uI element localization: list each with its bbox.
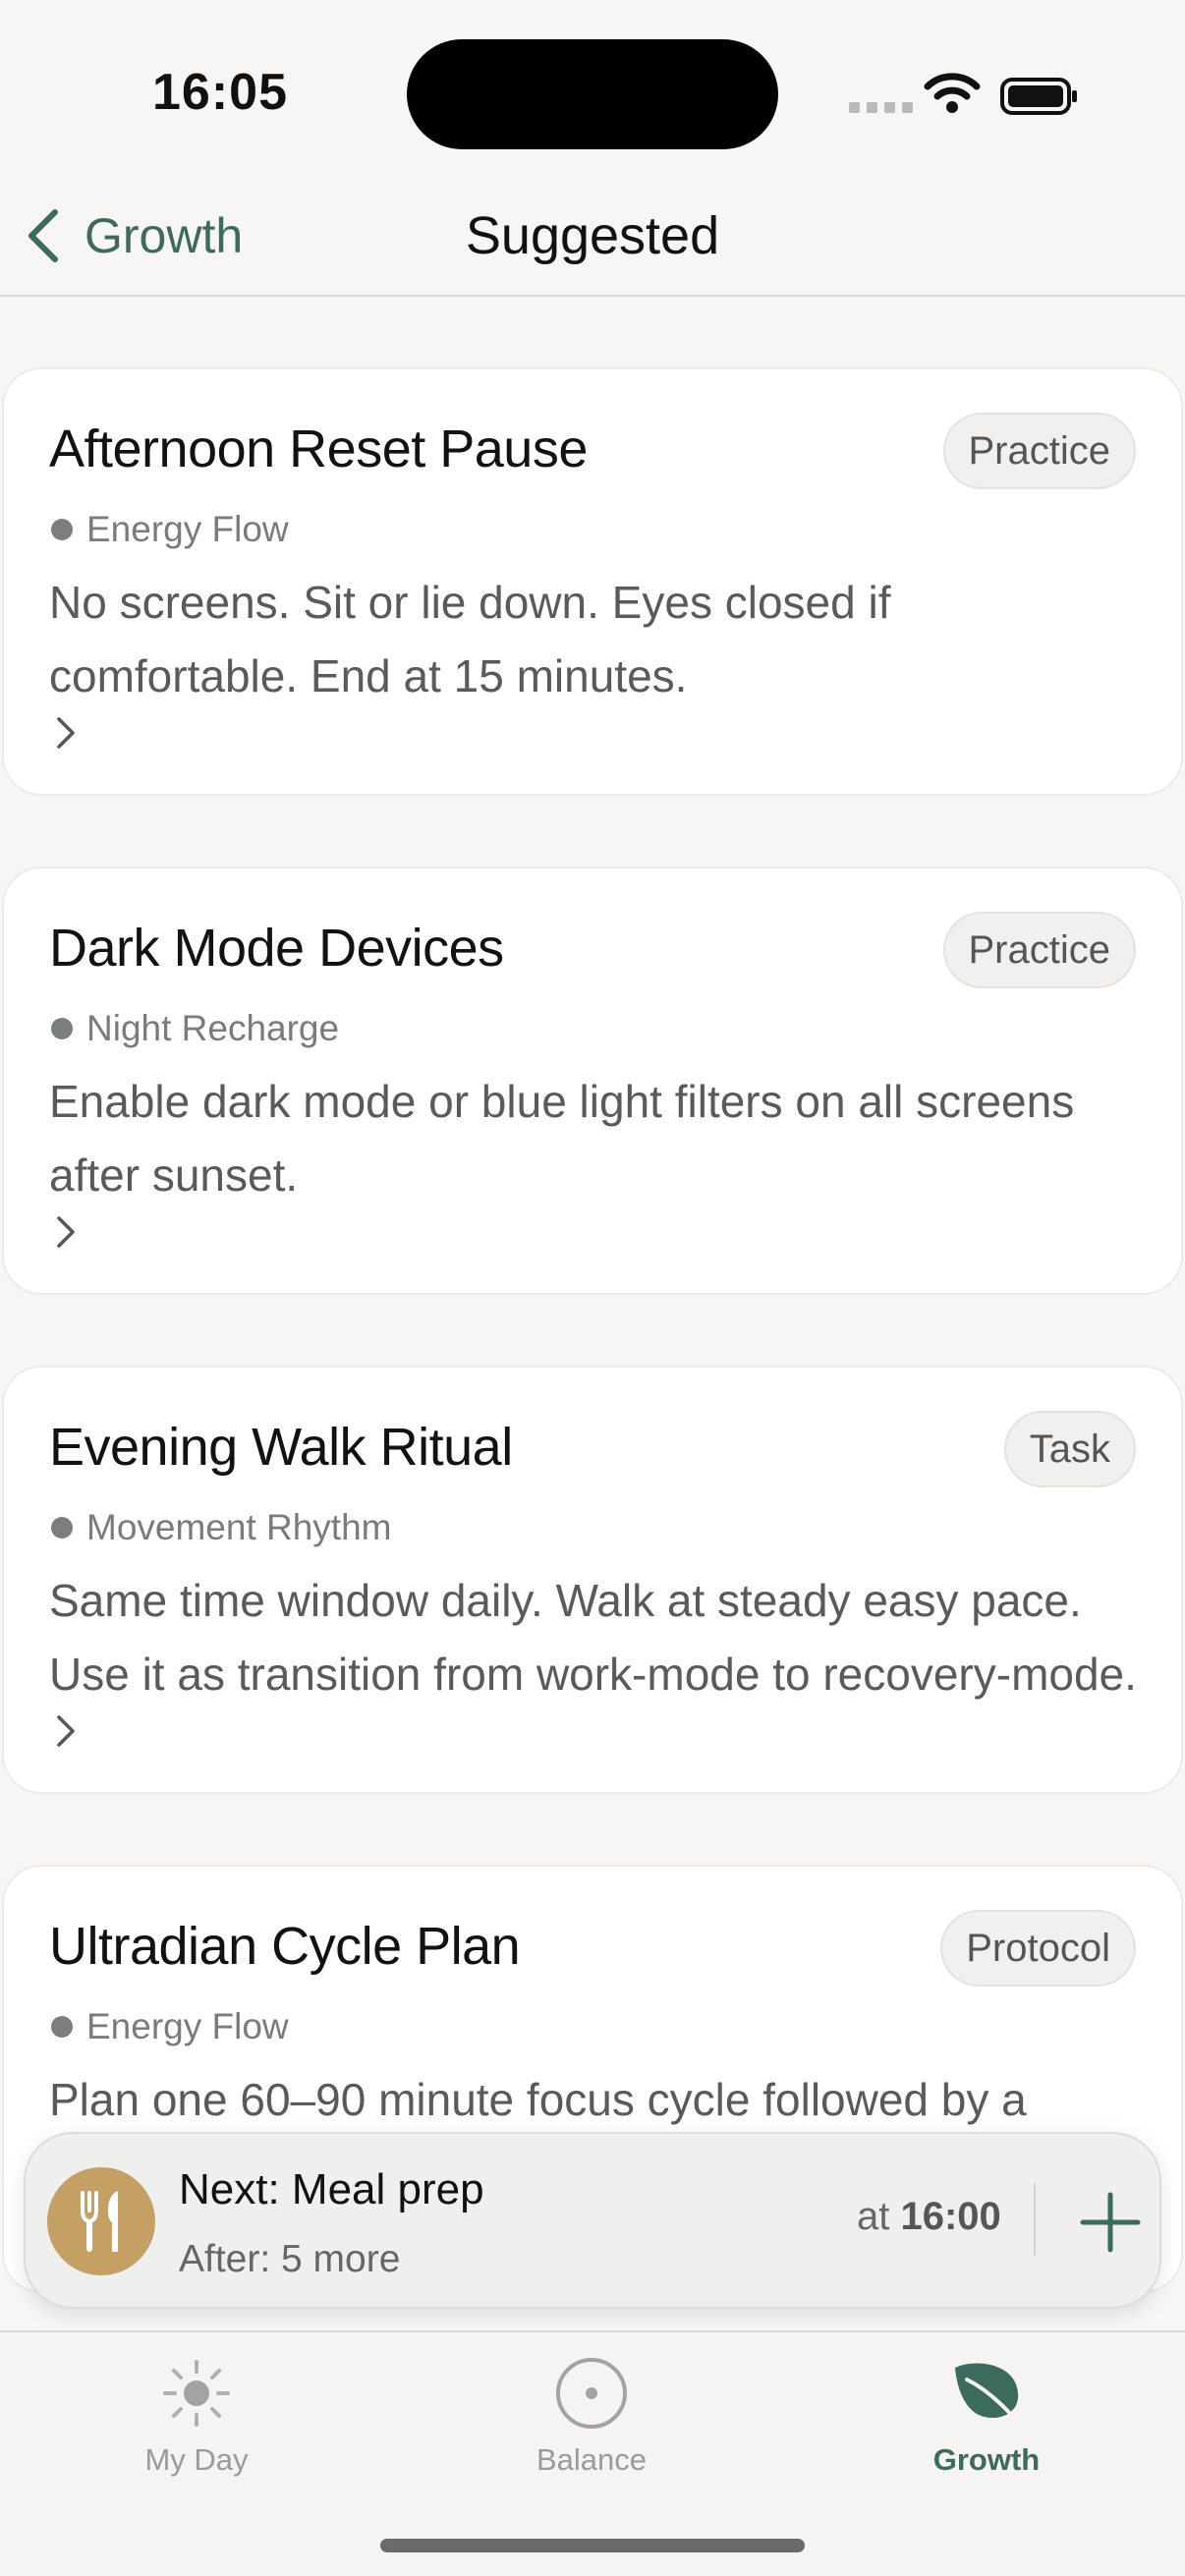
type-badge: Practice — [942, 413, 1136, 489]
dynamic-island — [407, 39, 778, 149]
chevron-right-icon[interactable] — [53, 1212, 81, 1252]
add-icon[interactable] — [1075, 2187, 1146, 2258]
card-description: Enable dark mode or blue light filters o… — [49, 1076, 1075, 1201]
navigation-bar: Growth Suggested — [0, 177, 1185, 297]
sun-icon — [163, 2360, 230, 2427]
category-dot-icon — [51, 519, 73, 540]
card-description: Plan one 60–90 minute focus cycle follow… — [49, 2074, 1027, 2125]
status-bar: 16:05 — [0, 0, 1185, 177]
tab-balance[interactable]: Balance — [444, 2342, 739, 2480]
leaf-icon — [955, 2363, 1022, 2427]
category-text: Movement Rhythm — [86, 1507, 392, 1547]
card-title: Ultradian Cycle Plan — [49, 1917, 521, 1976]
wifi-icon — [924, 73, 981, 113]
next-item-title: Next: Meal prep — [179, 2165, 484, 2213]
status-time: 16:05 — [152, 64, 288, 121]
suggestion-list: Afternoon Reset Pause Practice Energy Fl… — [0, 297, 1185, 2330]
category-text: Night Recharge — [86, 1008, 340, 1048]
chevron-right-icon[interactable] — [53, 713, 81, 753]
type-badge: Protocol — [940, 1910, 1136, 1987]
category-label: Energy Flow — [51, 2006, 289, 2047]
fork-knife-icon — [81, 2191, 118, 2252]
card-description-line: Same time window daily. Walk at steady e… — [49, 1575, 1082, 1626]
type-badge: Task — [1003, 1411, 1136, 1487]
category-label: Energy Flow — [51, 509, 289, 550]
battery-icon — [1000, 78, 1077, 115]
tab-my-day[interactable]: My Day — [49, 2342, 344, 2480]
chevron-right-icon[interactable] — [53, 1711, 81, 1751]
divider — [1034, 2183, 1036, 2256]
category-text: Energy Flow — [86, 2006, 289, 2046]
tab-label: Balance — [536, 2442, 648, 2477]
next-up-bar[interactable]: Next: Meal prep After: 5 more at 16:00 — [24, 2132, 1161, 2309]
suggestion-card[interactable]: Afternoon Reset Pause Practice Energy Fl… — [2, 367, 1183, 796]
home-indicator — [380, 2539, 805, 2552]
category-label: Night Recharge — [51, 1008, 339, 1049]
suggestion-card[interactable]: Dark Mode Devices Practice Night Recharg… — [2, 867, 1183, 1295]
page-title: Suggested — [465, 206, 720, 265]
next-at-label: at — [857, 2195, 890, 2238]
card-description: No screens. Sit or lie down. Eyes closed… — [49, 577, 891, 701]
card-description: Same time window daily. Walk at steady e… — [49, 1564, 1150, 1711]
suggestion-card[interactable]: Evening Walk Ritual Task Movement Rhythm… — [2, 1366, 1183, 1794]
card-title: Afternoon Reset Pause — [49, 420, 588, 478]
category-dot-icon — [51, 1517, 73, 1539]
type-badge: Practice — [942, 912, 1136, 988]
card-description-line: Use it as transition from work-mode to r… — [49, 1649, 1137, 1700]
next-item-time: at 16:00 — [857, 2195, 1001, 2239]
next-time-value: 16:00 — [900, 2195, 1001, 2238]
category-dot-icon — [51, 1018, 73, 1039]
tab-growth[interactable]: Growth — [839, 2342, 1134, 2480]
meal-icon — [47, 2167, 155, 2275]
next-item-subtitle: After: 5 more — [179, 2238, 401, 2280]
cellular-signal-icon — [849, 102, 913, 113]
category-dot-icon — [51, 2016, 73, 2038]
tab-label: My Day — [144, 2442, 249, 2477]
tab-label: Growth — [932, 2442, 1041, 2477]
card-title: Evening Walk Ritual — [49, 1418, 513, 1477]
target-icon — [556, 2358, 627, 2429]
card-title: Dark Mode Devices — [49, 919, 504, 978]
category-label: Movement Rhythm — [51, 1507, 392, 1548]
category-text: Energy Flow — [86, 509, 289, 549]
